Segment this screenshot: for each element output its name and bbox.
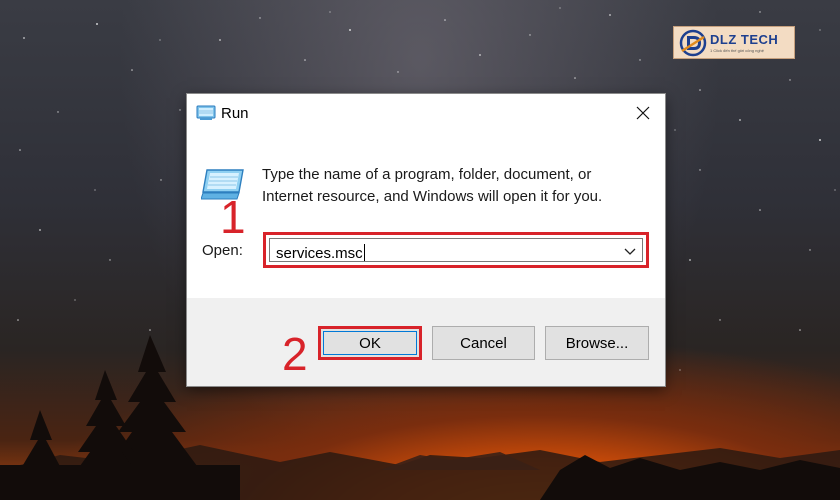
open-input[interactable]: services.msc [276, 244, 365, 262]
cancel-button[interactable]: Cancel [432, 326, 535, 360]
dialog-description: Type the name of a program, folder, docu… [262, 166, 603, 205]
browse-button[interactable]: Browse... [545, 326, 649, 360]
ok-button-focus: OK [323, 331, 417, 355]
dialog-title: Run [221, 105, 249, 122]
text-caret [363, 244, 365, 261]
open-combobox[interactable]: services.msc [269, 238, 643, 262]
chevron-down-icon[interactable] [624, 247, 636, 257]
logo-name: DLZ TECH [710, 32, 779, 47]
open-input-value: services.msc [276, 245, 363, 262]
step-2-marker: 2 [282, 328, 308, 380]
open-label: Open: [202, 242, 243, 259]
run-icon [196, 105, 216, 120]
cancel-button-label: Cancel [460, 334, 507, 352]
open-combobox-highlight[interactable]: services.msc [263, 232, 649, 268]
run-dialog: Run Type the name of a program, folder, … [187, 94, 665, 386]
step-1-marker: 1 [220, 191, 246, 243]
close-icon [636, 106, 650, 120]
ok-button[interactable]: OK [318, 326, 422, 360]
ok-button-label: OK [359, 334, 381, 352]
dlz-logo-mark-icon [679, 29, 707, 56]
logo-slogan: 1 Click đến thế giới công nghệ [710, 48, 764, 53]
title-bar[interactable]: Run [187, 94, 665, 132]
close-button[interactable] [621, 94, 665, 132]
dlz-tech-logo: DLZ TECH 1 Click đến thế giới công nghệ [673, 26, 795, 59]
browse-button-label: Browse... [565, 334, 629, 352]
